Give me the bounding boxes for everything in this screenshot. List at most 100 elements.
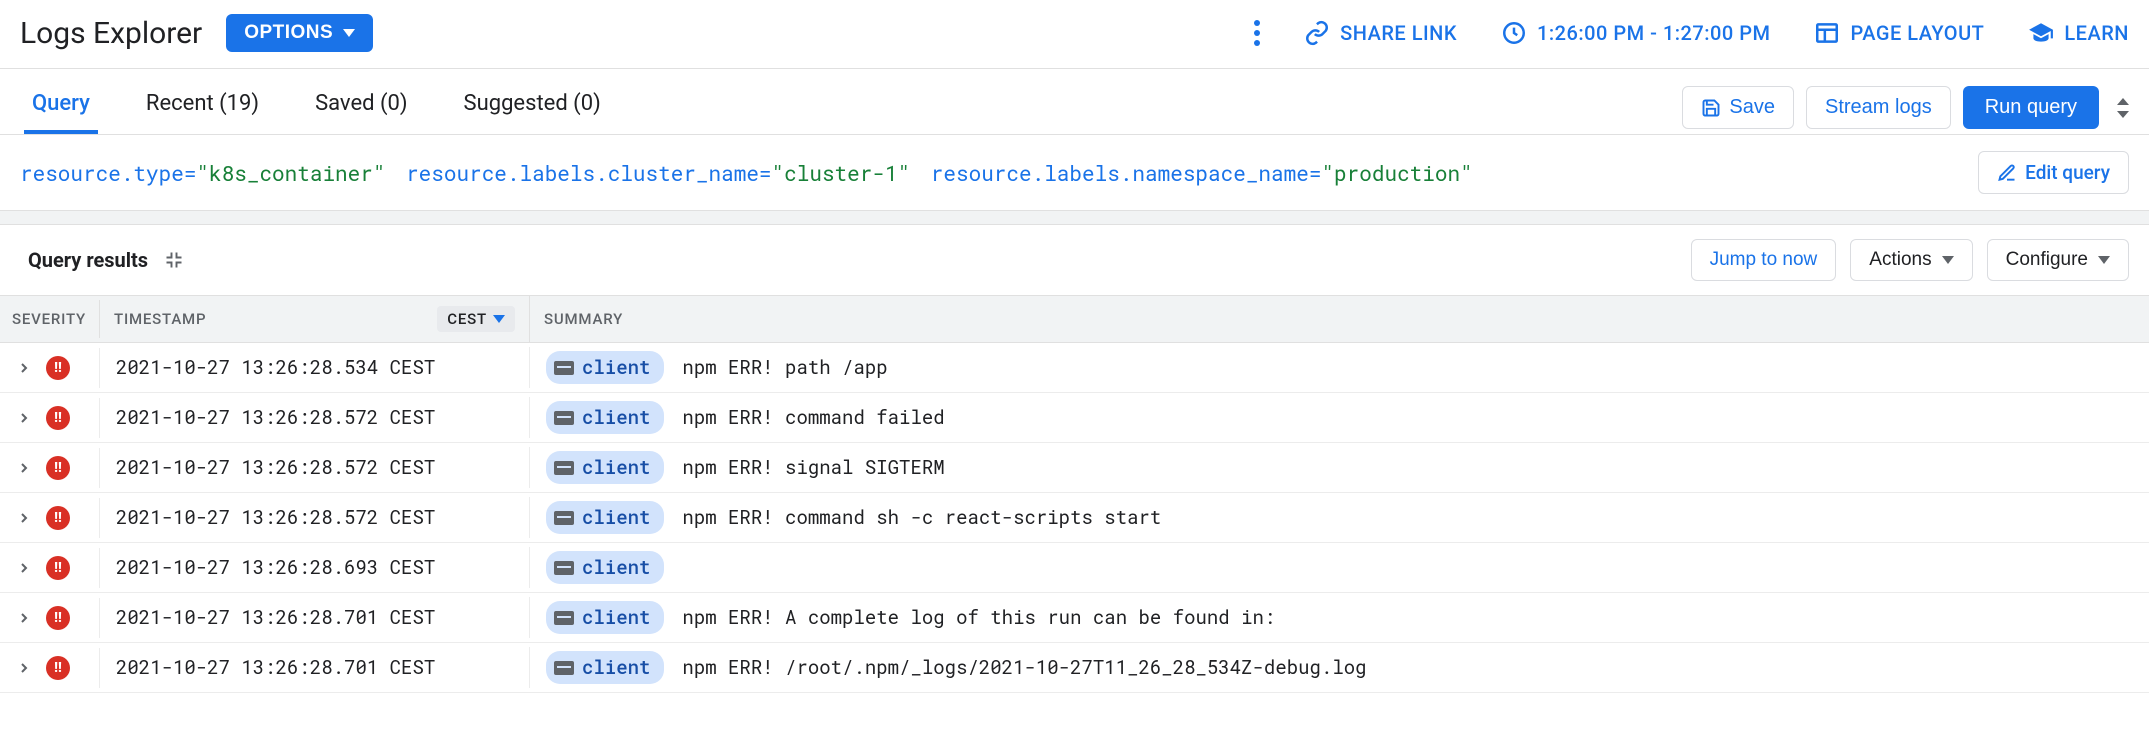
tab-saved[interactable]: Saved (0) [307,81,415,134]
chevron-up-icon [2117,98,2129,105]
edit-query-label: Edit query [2025,161,2110,184]
source-chip-label: client [582,455,650,480]
results-title: Query results [28,248,148,272]
caret-down-icon [343,29,355,37]
caret-down-icon [493,315,505,323]
actions-label: Actions [1869,249,1931,271]
source-chip[interactable]: client [546,351,664,384]
col-header-timestamp: TIMESTAMP [114,310,206,328]
configure-label: Configure [2006,249,2088,271]
learn-icon [2028,20,2054,46]
log-message: npm ERR! A complete log of this run can … [682,605,1275,630]
tab-suggested[interactable]: Suggested (0) [456,81,609,134]
learn-label: LEARN [2064,21,2129,45]
expand-icon[interactable] [16,660,32,676]
source-chip[interactable]: client [546,501,664,534]
expand-icon[interactable] [16,410,32,426]
save-button[interactable]: Save [1682,86,1794,129]
container-icon [554,411,574,425]
chevron-down-icon [2117,111,2129,118]
log-timestamp: 2021-10-27 13:26:28.572 CEST [100,447,530,488]
source-chip-label: client [582,605,650,630]
query-editor[interactable]: resource.type="k8s_container" resource.l… [0,135,2149,211]
log-row[interactable]: !! 2021-10-27 13:26:28.572 CEST client npm … [0,443,2149,493]
configure-button[interactable]: Configure [1987,239,2129,281]
source-chip[interactable]: client [546,651,664,684]
log-message: npm ERR! signal SIGTERM [682,455,944,480]
query-token: resource.type="k8s_container" [20,159,385,187]
log-row[interactable]: !!2021-10-27 13:26:28.701 CESTclientnpm … [0,643,2149,693]
save-label: Save [1729,96,1775,119]
log-row[interactable]: !! 2021-10-27 13:26:28.572 CEST client npm … [0,493,2149,543]
timezone-selector[interactable]: CEST [437,306,515,332]
severity-error-icon: !! [46,406,70,430]
learn-button[interactable]: LEARN [2028,20,2129,46]
log-timestamp: 2021-10-27 13:26:28.701 CEST [100,597,530,638]
scroll-arrows[interactable] [2117,98,2129,118]
log-timestamp: 2021-10-27 13:26:28.534 CEST [100,347,530,388]
container-icon [554,561,574,575]
container-icon [554,361,574,375]
source-chip[interactable]: client [546,451,664,484]
clock-icon [1501,20,1527,46]
tab-query[interactable]: Query [24,81,98,134]
container-icon [554,511,574,525]
container-icon [554,611,574,625]
source-chip-label: client [582,655,650,680]
log-message: npm ERR! path /app [682,355,887,380]
col-header-summary: SUMMARY [530,300,2149,338]
actions-button[interactable]: Actions [1850,239,1972,281]
link-icon [1304,20,1330,46]
source-chip-label: client [582,555,650,580]
severity-error-icon: !! [46,506,70,530]
severity-error-icon: !! [46,456,70,480]
options-button[interactable]: OPTIONS [226,14,373,52]
log-timestamp: 2021-10-27 13:26:28.572 CEST [100,497,530,538]
source-chip[interactable]: client [546,401,664,434]
source-chip-label: client [582,505,650,530]
query-token: resource.labels.namespace_name="producti… [931,159,1473,187]
log-row[interactable]: !! 2021-10-27 13:26:28.572 CEST client npm … [0,393,2149,443]
expand-icon[interactable] [16,360,32,376]
page-layout-button[interactable]: PAGE LAYOUT [1814,20,1984,46]
col-header-severity: SEVERITY [0,300,100,338]
expand-icon[interactable] [16,610,32,626]
log-row[interactable]: !! 2021-10-27 13:26:28.701 CEST client npm … [0,593,2149,643]
container-icon [554,661,574,675]
severity-error-icon: !! [46,356,70,380]
share-link-button[interactable]: SHARE LINK [1304,20,1457,46]
stream-logs-button[interactable]: Stream logs [1806,86,1951,129]
edit-query-button[interactable]: Edit query [1978,151,2129,194]
page-layout-label: PAGE LAYOUT [1850,21,1984,45]
severity-error-icon: !! [46,656,70,680]
expand-icon[interactable] [16,460,32,476]
more-menu-button[interactable] [1254,20,1260,46]
page-title: Logs Explorer [20,16,202,51]
time-range-label: 1:26:00 PM - 1:27:00 PM [1537,21,1770,45]
save-icon [1701,98,1721,118]
log-row[interactable]: !! 2021-10-27 13:26:28.693 CEST client [0,543,2149,593]
collapse-icon[interactable] [164,250,184,270]
log-message: npm ERR! /root/.npm/_logs/2021-10-27T11_… [682,655,1366,680]
log-row[interactable]: !! 2021-10-27 13:26:28.534 CEST client npm … [0,343,2149,393]
log-message: npm ERR! command failed [682,405,944,430]
query-token: resource.labels.cluster_name="cluster-1" [406,159,910,187]
expand-icon[interactable] [16,560,32,576]
container-icon [554,461,574,475]
share-link-label: SHARE LINK [1340,21,1457,45]
timezone-label: CEST [447,310,487,328]
severity-error-icon: !! [46,556,70,580]
caret-down-icon [2098,256,2110,264]
source-chip[interactable]: client [546,601,664,634]
log-message: npm ERR! command sh -c react-scripts sta… [682,505,1161,530]
time-range-button[interactable]: 1:26:00 PM - 1:27:00 PM [1501,20,1770,46]
severity-error-icon: !! [46,606,70,630]
tab-recent[interactable]: Recent (19) [138,81,267,134]
log-timestamp: 2021-10-27 13:26:28.693 CEST [100,547,530,588]
run-query-button[interactable]: Run query [1963,86,2099,129]
expand-icon[interactable] [16,510,32,526]
jump-to-now-button[interactable]: Jump to now [1691,239,1837,281]
log-timestamp: 2021-10-27 13:26:28.572 CEST [100,397,530,438]
options-label: OPTIONS [244,22,333,44]
source-chip[interactable]: client [546,551,664,584]
